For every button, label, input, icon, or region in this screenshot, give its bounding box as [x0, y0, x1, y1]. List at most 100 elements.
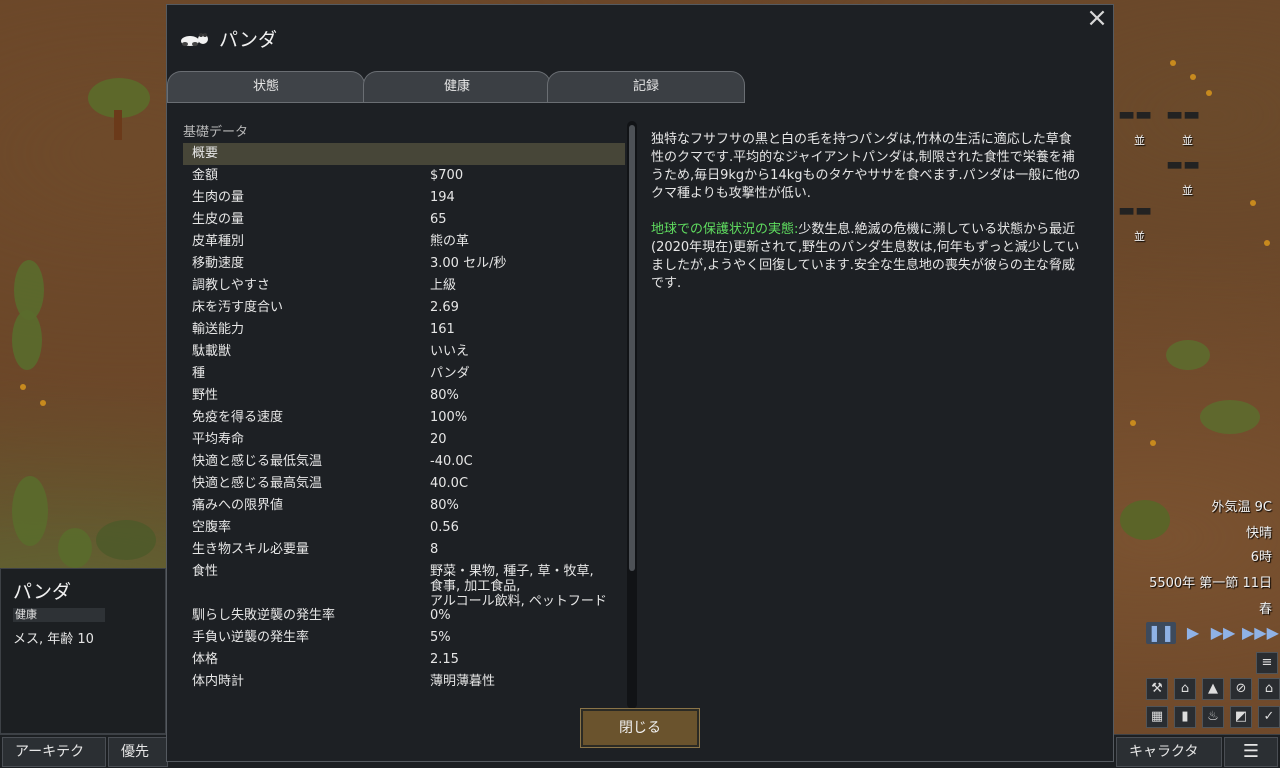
stat-label: 痛みへの限界値: [192, 498, 284, 513]
stat-value: パンダ: [430, 366, 470, 381]
stat-row[interactable]: 種 パンダ: [183, 363, 625, 385]
stat-label: 体格: [192, 652, 219, 667]
conservation-paragraph: 地球での保護状況の実態:少数生息.絶滅の危機に瀕している状態から最近(2020年…: [651, 221, 1081, 293]
stat-row[interactable]: 調教しやすさ 上級: [183, 275, 625, 297]
temperature-icon[interactable]: ♨: [1202, 706, 1224, 728]
stat-row[interactable]: 空腹率 0.56: [183, 517, 625, 539]
stat-value: 2.69: [430, 300, 459, 315]
weapon-quality-label: 並: [1182, 134, 1193, 147]
rifle-icon: ▬▬: [1118, 104, 1153, 125]
zone-icon[interactable]: ◩: [1230, 706, 1252, 728]
menu-button[interactable]: ☰: [1224, 737, 1278, 767]
rifle-icon: ▬▬: [1166, 104, 1201, 125]
stat-value: 薄明薄暮性: [430, 674, 496, 689]
tab-bar: 状態 健康 記録: [167, 71, 747, 103]
weather-label: 快晴: [1245, 526, 1272, 541]
stat-label: 移動速度: [192, 256, 245, 271]
stat-row[interactable]: 移動速度 3.00 セル/秒: [183, 253, 625, 275]
description-paragraph: 独特なフサフサの黒と白の毛を持つパンダは,竹林の生活に適応した草食性のクマです.…: [651, 132, 1081, 201]
conservation-heading: 地球での保護状況の実態:: [651, 222, 799, 237]
stat-row[interactable]: 床を汚す度合い 2.69: [183, 297, 625, 319]
stat-row[interactable]: 痛みへの限界値 80%: [183, 495, 625, 517]
stat-value: -40.0C: [430, 454, 473, 469]
stat-row[interactable]: 駄載獣 いいえ: [183, 341, 625, 363]
stat-row[interactable]: 平均寿命 20: [183, 429, 625, 451]
stat-label: 調教しやすさ: [192, 278, 270, 293]
stat-value: 40.0C: [430, 476, 469, 491]
stat-row[interactable]: 馴らし失敗逆襲の発生率 0%: [183, 605, 625, 627]
stat-value: 194: [430, 190, 455, 205]
superfast-speed-button[interactable]: ▶▶▶: [1242, 622, 1279, 644]
close-icon[interactable]: ×: [1083, 5, 1111, 33]
stat-label: 野性: [192, 388, 219, 403]
stat-row[interactable]: 体内時計 薄明薄暮性: [183, 671, 625, 693]
stat-label: 種: [192, 366, 206, 381]
stat-row[interactable]: 快適と感じる最低気温 -40.0C: [183, 451, 625, 473]
stat-value: 161: [430, 322, 455, 337]
pawn-name: パンダ: [13, 581, 71, 603]
architect-button[interactable]: アーキテクト: [2, 737, 106, 767]
stat-summary-row[interactable]: 概要: [183, 143, 625, 165]
normal-speed-button[interactable]: ▶: [1178, 622, 1208, 644]
stat-value: $700: [430, 168, 464, 183]
priority-button[interactable]: 優先順: [108, 737, 168, 767]
stat-value: 0%: [430, 608, 451, 623]
stat-label: 生き物スキル必要量: [192, 542, 310, 557]
checklist-icon[interactable]: ✓: [1258, 706, 1280, 728]
stat-row[interactable]: 生肉の量 194: [183, 187, 625, 209]
stat-row[interactable]: 輸送能力 161: [183, 319, 625, 341]
stat-row[interactable]: 皮革種別 熊の革: [183, 231, 625, 253]
stat-row[interactable]: 生き物スキル必要量 8: [183, 539, 625, 561]
stat-value: 0.56: [430, 520, 459, 535]
house-icon[interactable]: ⌂: [1258, 678, 1280, 700]
stat-value: 2.15: [430, 652, 459, 667]
tab-health[interactable]: 健康: [363, 71, 551, 103]
no-roof-icon[interactable]: ⊘: [1230, 678, 1252, 700]
fast-speed-button[interactable]: ▶▶: [1208, 622, 1238, 644]
stat-row[interactable]: 体格 2.15: [183, 649, 625, 671]
stat-row[interactable]: 免疫を得る速度 100%: [183, 407, 625, 429]
stat-label: 生皮の量: [192, 212, 245, 227]
map-weapon-rifle[interactable]: ▬▬ 並: [1118, 104, 1162, 148]
stat-label: 概要: [192, 146, 219, 161]
home-zone-icon[interactable]: ⌂: [1174, 678, 1196, 700]
tab-status[interactable]: 状態: [167, 71, 365, 103]
map-weapon-rifle[interactable]: ▬▬ 並: [1166, 104, 1210, 148]
roof-icon[interactable]: ▲: [1202, 678, 1224, 700]
stat-row[interactable]: 手負い逆襲の発生率 5%: [183, 627, 625, 649]
stat-value: 上級: [430, 278, 457, 293]
log-icon[interactable]: ≡: [1256, 652, 1278, 674]
rifle-icon: ▬▬: [1118, 200, 1153, 221]
stats-scroll-thumb[interactable]: [629, 125, 635, 571]
stat-label: 生肉の量: [192, 190, 245, 205]
stat-label: 馴らし失敗逆襲の発生率: [192, 608, 336, 623]
stat-label: 金額: [192, 168, 219, 183]
stat-value: 8: [430, 542, 439, 557]
grid-icon[interactable]: ▦: [1146, 706, 1168, 728]
stat-value: 熊の革: [430, 234, 470, 249]
map-weapon-rifle[interactable]: ▬▬ 並: [1166, 156, 1210, 198]
stat-row[interactable]: 生皮の量 65: [183, 209, 625, 231]
map-weapon-rifle[interactable]: ▬▬ 並: [1118, 200, 1162, 244]
stat-value: 3.00 セル/秒: [430, 256, 507, 271]
stat-label: 輸送能力: [192, 322, 245, 337]
hammer-icon[interactable]: ⚒: [1146, 678, 1168, 700]
time-label: 6時: [1250, 550, 1272, 565]
stat-value: 20: [430, 432, 447, 447]
stat-row[interactable]: 金額 $700: [183, 165, 625, 187]
stat-label: 体内時計: [192, 674, 245, 689]
weapon-quality-label: 並: [1134, 230, 1145, 243]
stat-label: 免疫を得る速度: [192, 410, 284, 425]
stat-value: 80%: [430, 388, 459, 403]
character-button[interactable]: キャラクター: [1116, 737, 1222, 767]
close-button[interactable]: 閉じる: [580, 708, 700, 748]
stat-row[interactable]: 快適と感じる最高気温 40.0C: [183, 473, 625, 495]
stat-row[interactable]: 野性 80%: [183, 385, 625, 407]
tab-records[interactable]: 記録: [547, 71, 745, 103]
stats-header: 基礎データ: [183, 125, 249, 140]
stat-row[interactable]: 食性 野菜・果物, 種子, 草・牧草, 食事, 加工食品, アルコール飲料, ペッ…: [183, 561, 625, 609]
stat-label: 平均寿命: [192, 432, 245, 447]
stat-label: 快適と感じる最高気温: [192, 476, 323, 491]
pause-button[interactable]: ❚❚: [1146, 622, 1176, 644]
beauty-icon[interactable]: ▮: [1174, 706, 1196, 728]
